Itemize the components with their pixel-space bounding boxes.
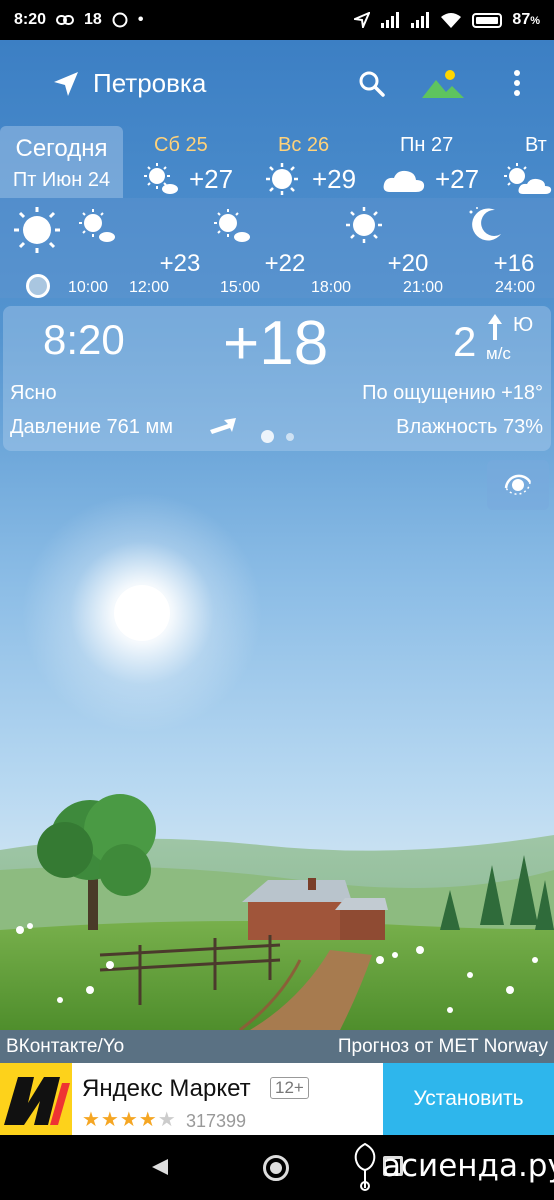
- sun-icon: [14, 207, 60, 253]
- current-temp: +18: [223, 309, 329, 378]
- watermark-logo-icon: [354, 1142, 376, 1191]
- day-tab-tue[interactable]: Вт: [503, 134, 554, 194]
- current-time: 8:20: [43, 316, 125, 363]
- rating-count: 317399: [186, 1111, 247, 1131]
- forecast-source[interactable]: Прогноз от MET Norway: [338, 1036, 548, 1058]
- partly-sunny-icon: [214, 209, 250, 242]
- hourly-time: 10:00: [67, 279, 109, 296]
- today-date: Пт Июн 24: [12, 169, 111, 191]
- install-button[interactable]: Установить: [383, 1063, 554, 1135]
- star-rating-icon: ★★★★★: [82, 1109, 177, 1131]
- pressure-trend-arrow-icon: [210, 418, 236, 434]
- image-credit[interactable]: ВКонтакте/Yo: [6, 1036, 124, 1058]
- current-conditions-card[interactable]: 8:20 +18 2 Ю м/с Ясно По ощущению +18° Д…: [3, 306, 551, 451]
- day-temp: +27: [435, 164, 480, 194]
- condition-text: Ясно: [10, 382, 57, 404]
- age-rating: 12+: [270, 1077, 309, 1099]
- humidity: Влажность 73%: [396, 416, 543, 438]
- app-bar: Петровка: [0, 56, 554, 112]
- daily-forecast-strip: Сегодня Пт Июн 24 Сб 25 +27 Вс 26 +29 Пн…: [0, 126, 554, 198]
- watermark-text: асиенда.ру: [382, 1148, 554, 1184]
- wifi-icon: [441, 13, 462, 28]
- page-dot: [286, 432, 294, 441]
- day-name: Пн 27: [400, 134, 454, 156]
- signal-icon: [381, 12, 400, 28]
- back-icon[interactable]: [150, 1157, 170, 1177]
- feels-like: По ощущению +18°: [362, 382, 543, 404]
- day-temp: +27: [189, 164, 234, 194]
- hourly-temp: +16: [493, 250, 535, 277]
- hourly-time: 18:00: [310, 279, 352, 296]
- watermark: асиенда.ру: [348, 1138, 554, 1194]
- hourly-temp: +20: [387, 250, 429, 277]
- sun-icon: [346, 207, 382, 243]
- notification-dot-icon: •: [137, 11, 144, 28]
- day-name: Вс 26: [278, 134, 330, 156]
- ad-banner[interactable]: Яндекс Маркет 12+ ★★★★★ 317399 Установит…: [0, 1063, 554, 1135]
- viber-icon: [112, 12, 128, 28]
- hourly-forecast[interactable]: +23 +22 +20 +16 10:00 12:00 15:00 18:00 …: [0, 198, 554, 298]
- signal-icon-2: [411, 12, 430, 28]
- more-menu-icon[interactable]: [505, 68, 529, 98]
- day-tab-today[interactable]: Сегодня Пт Июн 24: [0, 126, 123, 198]
- location-title[interactable]: Петровка: [93, 68, 206, 99]
- home-icon[interactable]: [263, 1155, 289, 1181]
- sun-orbit-icon: [504, 474, 532, 495]
- status-bar: 8:20 18 • 87%: [0, 0, 554, 40]
- battery-level: 87%: [512, 11, 540, 28]
- day-temp: +29: [312, 164, 357, 194]
- moon-icon: [469, 207, 501, 241]
- wind-speed: 2: [453, 318, 477, 365]
- today-label: Сегодня: [15, 135, 108, 162]
- partly-cloudy-icon: [504, 163, 552, 194]
- day-name: Вт: [525, 134, 547, 156]
- hourly-temp: +22: [264, 250, 306, 277]
- hourly-temp: +23: [159, 250, 201, 277]
- pressure: Давление 761 мм: [10, 416, 173, 438]
- day-tab-sun[interactable]: Вс 26 +29: [265, 134, 375, 195]
- partly-sunny-icon: [79, 209, 115, 242]
- battery-icon: [472, 12, 503, 28]
- hourly-time: 21:00: [402, 279, 444, 296]
- wind-direction: Ю: [513, 314, 534, 336]
- wind-direction-arrow-icon: [488, 314, 502, 340]
- location-arrow-icon[interactable]: [52, 70, 80, 98]
- landscape-picture-icon[interactable]: [422, 68, 464, 100]
- page-dot-active: [261, 430, 274, 444]
- ad-app-name: Яндекс Маркет: [82, 1075, 251, 1102]
- search-icon[interactable]: [358, 70, 386, 98]
- day-name: Сб 25: [154, 134, 208, 156]
- partly-sunny-icon: [144, 163, 178, 194]
- link-icon: [56, 15, 75, 25]
- credits-bar: ВКонтакте/Yo Прогноз от MET Norway: [0, 1030, 554, 1063]
- status-temp: 18: [84, 11, 102, 28]
- day-tab-sat[interactable]: Сб 25 +27: [143, 134, 253, 194]
- sun-icon: [266, 163, 298, 195]
- hourly-time: 24:00: [494, 279, 536, 296]
- current-time-marker: [26, 274, 50, 298]
- day-tab-mon[interactable]: Пн 27 +27: [382, 134, 492, 194]
- status-time: 8:20: [14, 11, 47, 28]
- hourly-time: 15:00: [219, 279, 261, 296]
- location-arrow-icon: [354, 12, 371, 28]
- wind-unit: м/с: [486, 344, 511, 363]
- page-indicator: [261, 428, 306, 446]
- sun-position-button[interactable]: [487, 460, 549, 510]
- hourly-time: 12:00: [128, 279, 170, 296]
- cloud-icon: [383, 170, 425, 192]
- yandex-market-logo: [0, 1063, 72, 1135]
